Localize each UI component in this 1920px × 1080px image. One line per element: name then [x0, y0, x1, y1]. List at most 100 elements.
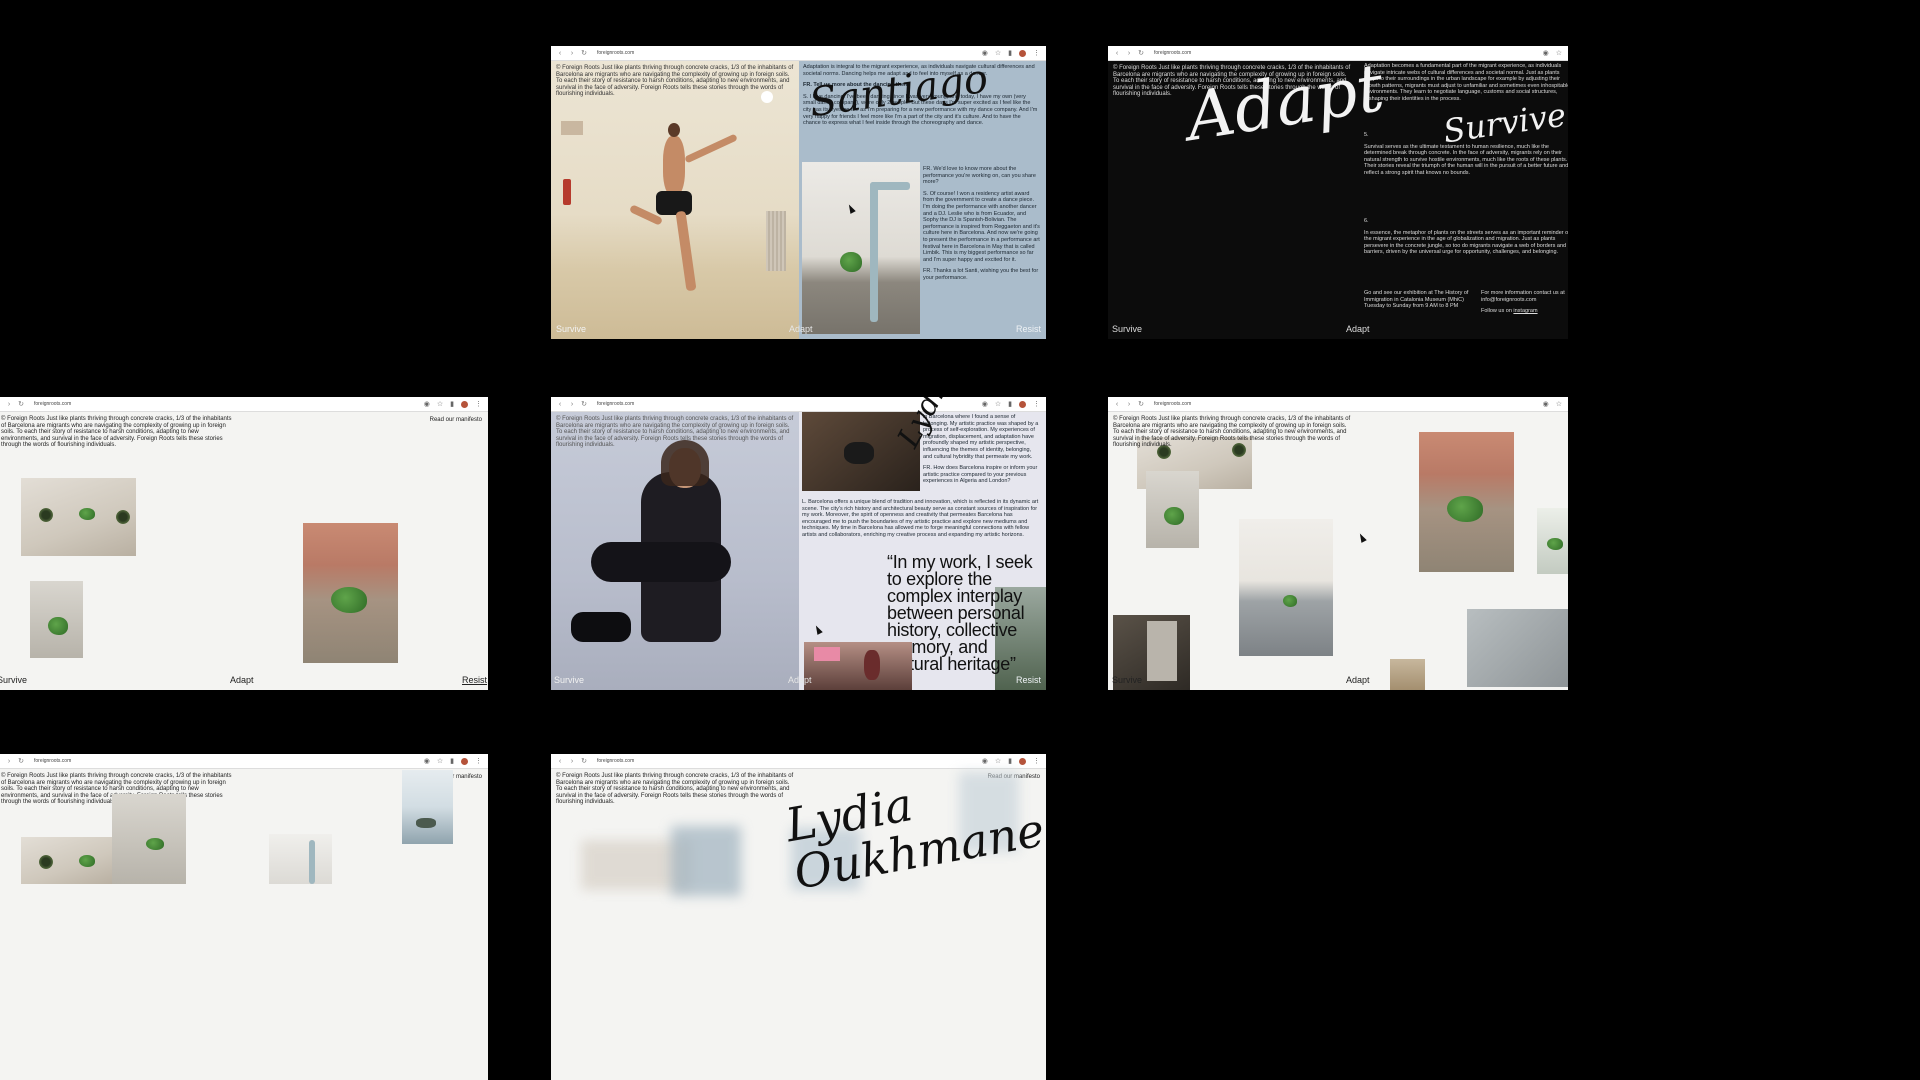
forward-icon[interactable]: ›	[569, 401, 575, 408]
address-bar[interactable]: foreignroots.com	[34, 758, 71, 764]
nav-adapt[interactable]: Adapt	[788, 675, 812, 685]
manifesto-link[interactable]: Read our manifesto	[430, 417, 482, 423]
paragraph: L. Barcelona offers a unique blend of tr…	[802, 499, 1039, 538]
reload-icon[interactable]: ↻	[18, 400, 24, 408]
paragraph: FR. Thanks a lot Santi, wishing you the …	[923, 268, 1039, 281]
address-bar[interactable]: foreignroots.com	[34, 401, 71, 407]
star-icon[interactable]: ☆	[1556, 49, 1562, 57]
nav-resist[interactable]: Resist	[1016, 324, 1041, 334]
browser-window-gallery-b: ‹ › ↻ foreignroots.com ◉☆ Read our manif…	[1108, 397, 1568, 690]
reload-icon[interactable]: ↻	[581, 757, 587, 765]
bollard-photo	[802, 162, 920, 334]
star-icon[interactable]: ☆	[995, 757, 1001, 765]
sidebar-icon[interactable]: ▮	[1008, 400, 1012, 408]
blurred-photo	[671, 826, 741, 896]
handwritten-name: Lydia Oukhmane	[781, 777, 1046, 900]
portrait-photo	[551, 412, 799, 690]
menu-icon[interactable]: ⋮	[1033, 757, 1040, 765]
nav-survive[interactable]: Survive	[1112, 675, 1142, 685]
intro-text: © Foreign Roots Just like plants thrivin…	[1, 416, 232, 449]
forward-icon[interactable]: ›	[6, 758, 12, 765]
sea-photo	[402, 770, 453, 844]
paragraph: in Barcelona where I found a sense of be…	[923, 414, 1039, 460]
forward-icon[interactable]: ›	[569, 50, 575, 57]
ground-photo	[1390, 659, 1425, 690]
section-number: 6.	[1364, 218, 1369, 224]
forward-icon[interactable]: ›	[1126, 401, 1132, 408]
browser-toolbar: ‹ › ↻ foreignroots.com ◉ ☆ ▮ ⋮	[551, 754, 1046, 769]
eye-icon[interactable]: ◉	[1543, 49, 1549, 57]
reload-icon[interactable]: ↻	[1138, 49, 1144, 57]
browser-toolbar: ‹ › ↻ foreignroots.com ◉ ☆ ▮ ⋮	[551, 397, 1046, 412]
eye-icon[interactable]: ◉	[982, 757, 988, 765]
nav-survive[interactable]: Survive	[0, 675, 27, 685]
sidebar-icon[interactable]: ▮	[1008, 49, 1012, 57]
nav-resist[interactable]: Resist	[1016, 675, 1041, 685]
brick-plant-photo	[1419, 432, 1514, 572]
forward-icon[interactable]: ›	[6, 401, 12, 408]
nav-survive[interactable]: Survive	[1112, 324, 1142, 334]
back-icon[interactable]: ‹	[1114, 50, 1120, 57]
menu-icon[interactable]: ⋮	[1033, 49, 1040, 57]
address-bar[interactable]: foreignroots.com	[597, 401, 634, 407]
browser-toolbar: › ↻ foreignroots.com ◉ ☆ ▮ ⋮	[0, 754, 488, 769]
follow-line: Follow us on instagram	[1481, 308, 1538, 315]
paragraph: S. Of course! I won a residency artist a…	[923, 190, 1040, 263]
nav-adapt[interactable]: Adapt	[789, 324, 813, 334]
star-icon[interactable]: ☆	[995, 49, 1001, 57]
reload-icon[interactable]: ↻	[1138, 400, 1144, 408]
eye-icon[interactable]: ◉	[424, 757, 430, 765]
address-bar[interactable]: foreignroots.com	[597, 50, 634, 56]
instagram-link[interactable]: instagram	[1513, 308, 1537, 314]
contact-text: For more information contact us at info@…	[1481, 290, 1565, 303]
dancer-photo	[551, 61, 799, 339]
nav-survive[interactable]: Survive	[556, 324, 586, 334]
plant-crack-photo	[30, 581, 83, 658]
eye-icon[interactable]: ◉	[424, 400, 430, 408]
wall-plants-photo	[21, 478, 136, 556]
browser-toolbar: ‹ › ↻ foreignroots.com ◉ ☆	[1108, 397, 1568, 412]
sidebar-icon[interactable]: ▮	[450, 400, 454, 408]
reload-icon[interactable]: ↻	[18, 757, 24, 765]
nav-survive[interactable]: Survive	[554, 675, 584, 685]
avatar[interactable]	[461, 400, 468, 408]
address-bar[interactable]: foreignroots.com	[1154, 401, 1191, 407]
paragraph: FR. How does Barcelona inspire or inform…	[923, 465, 1038, 485]
forward-icon[interactable]: ›	[1126, 50, 1132, 57]
back-icon[interactable]: ‹	[557, 50, 563, 57]
sidebar-icon[interactable]: ▮	[1008, 757, 1012, 765]
avatar[interactable]	[1019, 757, 1026, 765]
edge-plant-photo	[1537, 508, 1568, 574]
mouse-cursor	[813, 624, 823, 635]
intro-text: © Foreign Roots Just like plants thrivin…	[556, 773, 794, 806]
pavement-photo	[1467, 609, 1568, 687]
star-icon[interactable]: ☆	[437, 400, 443, 408]
star-icon[interactable]: ☆	[995, 400, 1001, 408]
nav-adapt[interactable]: Adapt	[230, 675, 254, 685]
avatar[interactable]	[461, 757, 468, 765]
back-icon[interactable]: ‹	[557, 401, 563, 408]
nav-resist[interactable]: Resist	[462, 675, 487, 685]
forward-icon[interactable]: ›	[569, 758, 575, 765]
browser-window-lydia: ‹ › ↻ foreignroots.com ◉ ☆ ▮ ⋮ in Barcelona…	[551, 397, 1046, 690]
menu-icon[interactable]: ⋮	[1033, 400, 1040, 408]
address-bar[interactable]: foreignroots.com	[1154, 50, 1191, 56]
nav-adapt[interactable]: Adapt	[1346, 324, 1370, 334]
back-icon[interactable]: ‹	[1114, 401, 1120, 408]
intro-text: © Foreign Roots Just like plants thrivin…	[1113, 416, 1351, 449]
eye-icon[interactable]: ◉	[1543, 400, 1549, 408]
nav-adapt[interactable]: Adapt	[1346, 675, 1370, 685]
reload-icon[interactable]: ↻	[581, 49, 587, 57]
menu-icon[interactable]: ⋮	[475, 757, 482, 765]
menu-icon[interactable]: ⋮	[475, 400, 482, 408]
star-icon[interactable]: ☆	[437, 757, 443, 765]
address-bar[interactable]: foreignroots.com	[597, 758, 634, 764]
back-icon[interactable]: ‹	[557, 758, 563, 765]
browser-window-lydia-intro: ‹ › ↻ foreignroots.com ◉ ☆ ▮ ⋮ © Foreign Ro…	[551, 754, 1046, 1080]
avatar[interactable]	[1019, 400, 1026, 408]
avatar[interactable]	[1019, 49, 1026, 57]
eye-icon[interactable]: ◉	[982, 400, 988, 408]
reload-icon[interactable]: ↻	[581, 400, 587, 408]
sidebar-icon[interactable]: ▮	[450, 757, 454, 765]
star-icon[interactable]: ☆	[1556, 400, 1562, 408]
